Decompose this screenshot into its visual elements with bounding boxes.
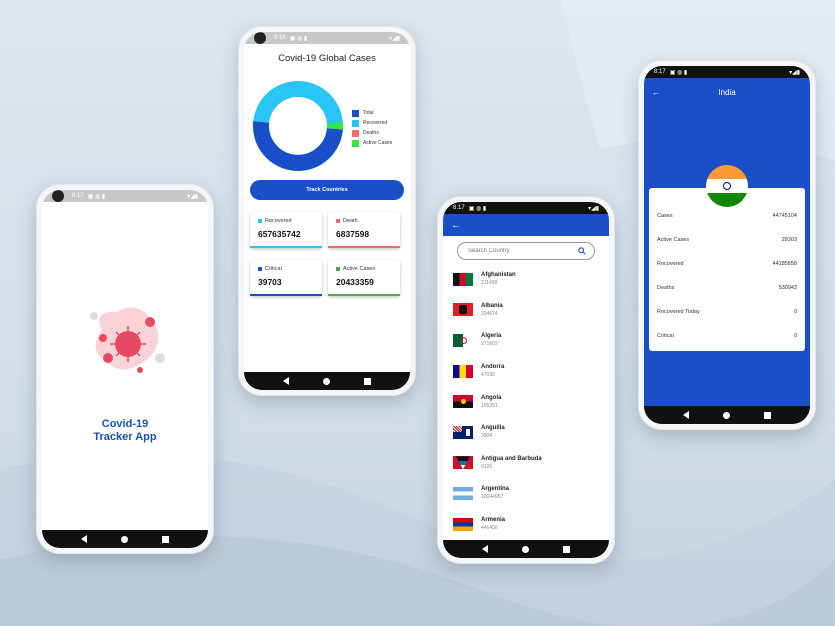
nav-bar	[644, 406, 810, 424]
flag-icon	[453, 333, 473, 347]
app-bar: ← India	[644, 78, 810, 106]
track-countries-button[interactable]: Track Countries	[250, 180, 404, 200]
nav-recent-icon[interactable]	[563, 545, 570, 553]
legend-item: Recovered	[352, 118, 392, 128]
country-detail-screen: 8:17 ▣ ◍ ▮ ▾◢▮ ← India Cases 44745104 Acti…	[644, 66, 810, 424]
nav-back-icon[interactable]	[81, 535, 87, 543]
list-item[interactable]: Anguilla 3904	[443, 417, 609, 448]
list-item[interactable]: Angola 105351	[443, 386, 609, 417]
nav-home-icon[interactable]	[121, 535, 128, 543]
global-screen: 8:16 ▣ ◍ ▮ ▾◢▮ Covid-19 Global Cases Tota…	[244, 32, 410, 390]
detail-row: Recovered 44185858	[657, 261, 797, 267]
status-time: 8:17	[72, 193, 84, 199]
india-flag-icon	[706, 165, 748, 207]
donut-chart	[253, 81, 344, 171]
detail-row: Cases 44745104	[657, 213, 797, 219]
status-time: 8:17	[453, 205, 465, 211]
nav-back-icon[interactable]	[283, 377, 289, 385]
status-time: 8:16	[274, 35, 286, 41]
flag-icon	[453, 517, 473, 531]
phone-country-detail: 8:17 ▣ ◍ ▮ ▾◢▮ ← India Cases 44745104 Acti…	[638, 60, 816, 430]
phone-countries: 8:17▣ ◍ ▮ ▾◢▮ ← Afghanistan211498 Albani…	[437, 196, 615, 564]
list-item[interactable]: Albania 334674	[443, 295, 609, 326]
phone-splash: 8:17 ▣ ◍ ▮ ▾◢▮ Covid-19 Tracker App	[36, 184, 214, 554]
status-bar: 8:17 ▣ ◍ ▮ ▾◢▮	[644, 66, 810, 78]
app-bar: ←	[443, 214, 609, 236]
country-title: India	[718, 87, 736, 97]
stat-card-active: Active Cases 20433359	[328, 260, 400, 296]
nav-home-icon[interactable]	[522, 545, 529, 553]
detail-row: Deaths 530943	[657, 285, 797, 291]
status-bar: 8:16 ▣ ◍ ▮ ▾◢▮	[244, 32, 410, 44]
nav-home-icon[interactable]	[723, 411, 730, 419]
search-icon[interactable]	[578, 247, 586, 255]
camera-icon	[254, 32, 266, 44]
stat-card-critical: Critical 39703	[250, 260, 322, 296]
search-field[interactable]	[457, 242, 595, 260]
stat-card-recovered: Recovered 657635742	[250, 212, 322, 248]
legend-item: Deaths	[352, 128, 392, 138]
nav-bar	[42, 530, 208, 548]
nav-recent-icon[interactable]	[764, 411, 771, 419]
status-bar: 8:17 ▣ ◍ ▮ ▾◢▮	[443, 202, 609, 214]
legend-item: Total	[352, 108, 392, 118]
flag-icon	[453, 486, 473, 500]
nav-bar	[244, 372, 410, 390]
stat-card-death: Death 6837598	[328, 212, 400, 248]
country-details-card: Cases 44745104 Active Cases 28303 Recovere…	[649, 188, 805, 351]
splash-screen: 8:17 ▣ ◍ ▮ ▾◢▮ Covid-19 Tracker App	[42, 190, 208, 548]
nav-back-icon[interactable]	[482, 545, 488, 553]
list-item[interactable]: Andorra 47030	[443, 356, 609, 387]
list-item[interactable]: Afghanistan 211498	[443, 264, 609, 295]
app-title-line2: Tracker App	[93, 431, 157, 443]
flag-icon	[453, 456, 473, 470]
flag-icon	[453, 303, 473, 317]
flag-icon	[453, 364, 473, 378]
list-item[interactable]: Algeria 271603	[443, 325, 609, 356]
app-title-line1: Covid-19	[101, 418, 149, 430]
nav-bar	[443, 540, 609, 558]
countries-screen: 8:17▣ ◍ ▮ ▾◢▮ ← Afghanistan211498 Albani…	[443, 202, 609, 558]
camera-icon	[52, 190, 64, 202]
list-item[interactable]: Armenia 446456	[443, 509, 609, 540]
nav-recent-icon[interactable]	[162, 535, 169, 543]
phone-global: 8:16 ▣ ◍ ▮ ▾◢▮ Covid-19 Global Cases Tota…	[238, 26, 416, 396]
list-item[interactable]: Antigua and Barbuda 9126	[443, 448, 609, 479]
detail-row: Critical 0	[657, 333, 797, 339]
nav-recent-icon[interactable]	[364, 377, 371, 385]
nav-home-icon[interactable]	[323, 377, 330, 385]
flag-icon	[453, 425, 473, 439]
flag-icon	[453, 272, 473, 286]
app-title: Covid-19 Tracker App	[42, 418, 208, 444]
legend-item: Active Cases	[352, 138, 392, 148]
country-list: Afghanistan 211498 Albania 334674 Algeria 2…	[443, 264, 609, 539]
chart-legend: Total Recovered Deaths Active Cases	[352, 108, 392, 148]
flag-icon	[453, 395, 473, 409]
status-time: 8:17	[654, 69, 666, 75]
back-arrow-icon[interactable]: ←	[451, 220, 461, 231]
global-title: Covid-19 Global Cases	[278, 53, 376, 64]
detail-row: Active Cases 28303	[657, 237, 797, 243]
status-bar: 8:17 ▣ ◍ ▮ ▾◢▮	[42, 190, 208, 202]
detail-row: Recovered Today 0	[657, 309, 797, 315]
search-input[interactable]	[466, 247, 570, 255]
list-item[interactable]: Argentina 10044957	[443, 478, 609, 509]
virus-illustration	[90, 307, 165, 373]
nav-back-icon[interactable]	[683, 411, 689, 419]
